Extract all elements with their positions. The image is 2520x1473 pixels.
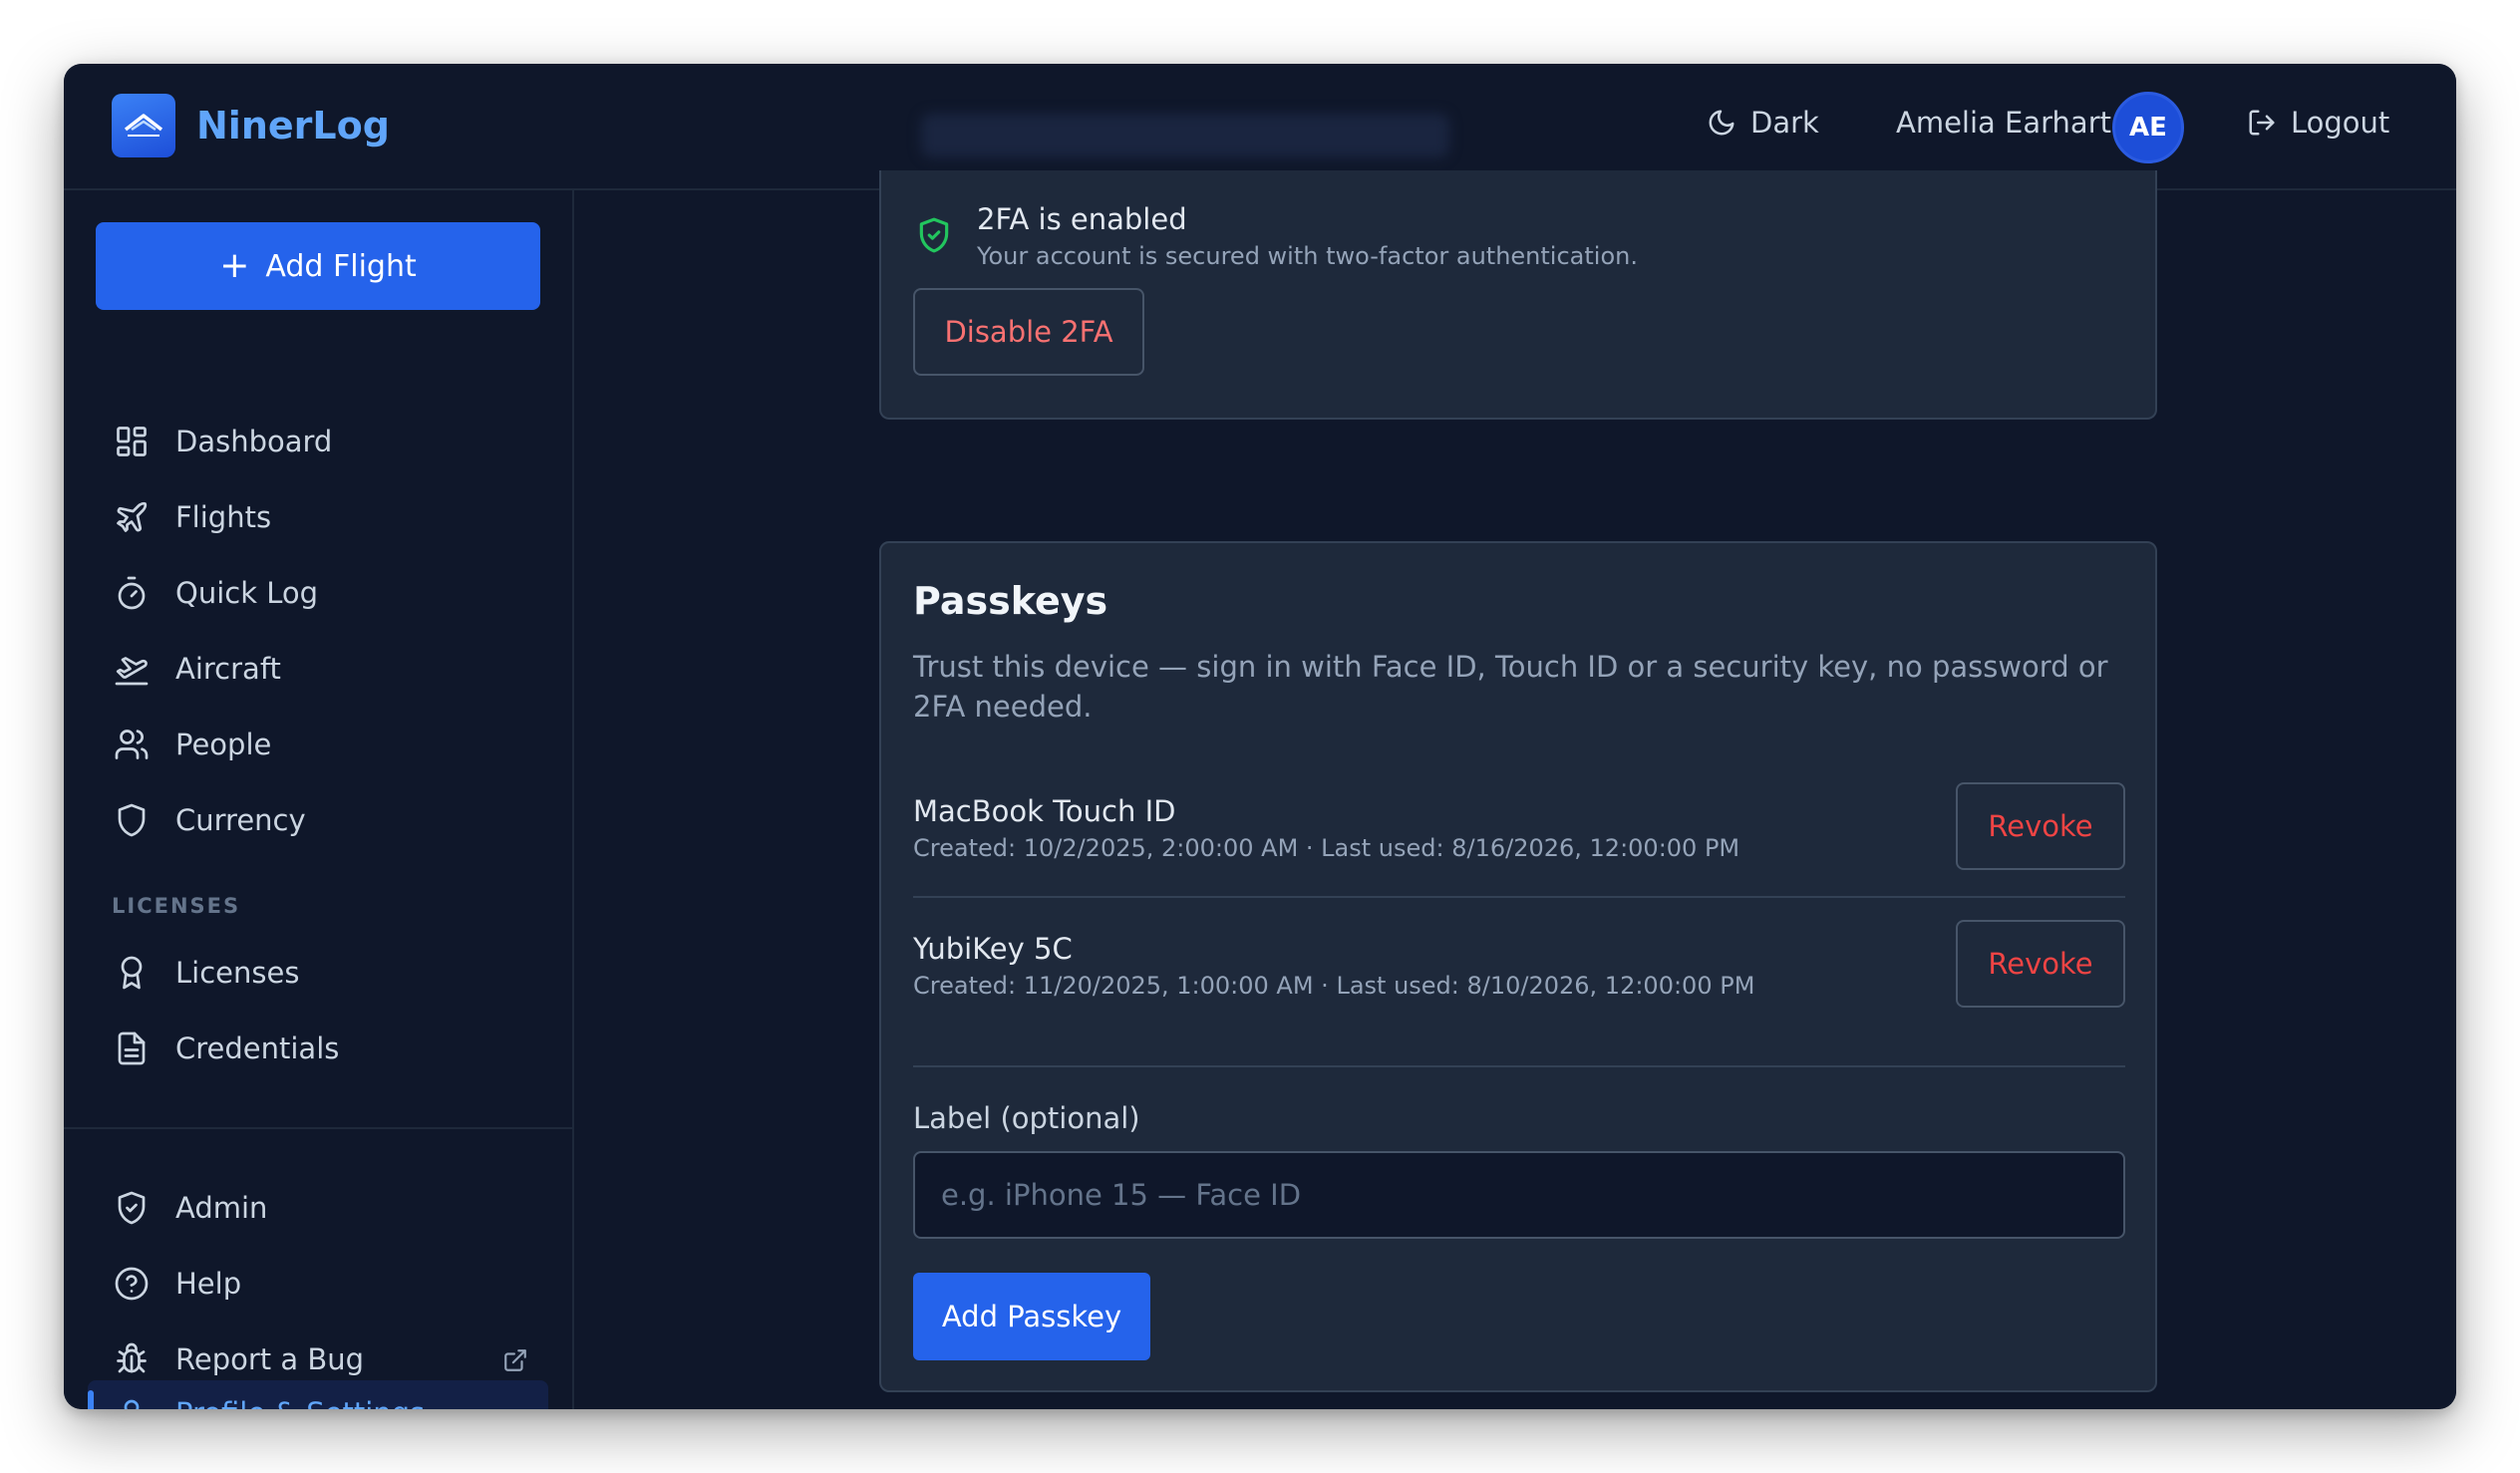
sidebar-item-label: Profile & Settings (175, 1396, 425, 1409)
people-icon (112, 725, 152, 764)
award-icon (112, 953, 152, 993)
revoke-button[interactable]: Revoke (1956, 782, 2125, 870)
sidebar-item-quick-log[interactable]: Quick Log (88, 560, 548, 626)
twofa-status-title: 2FA is enabled (977, 202, 1187, 236)
sidebar-item-licenses[interactable]: Licenses (88, 940, 548, 1006)
revoke-button[interactable]: Revoke (1956, 920, 2125, 1008)
sidebar-item-label: People (175, 728, 272, 761)
logout-label: Logout (2291, 106, 2390, 140)
document-icon (112, 1029, 152, 1068)
passkey-label-field-label: Label (optional) (913, 1101, 1140, 1135)
twofa-card: 2FA is enabled Your account is secured w… (879, 170, 2157, 420)
passkey-name: MacBook Touch ID (913, 794, 1176, 828)
passkey-meta: Created: 11/20/2025, 1:00:00 AM · Last u… (913, 972, 1755, 1000)
plane-icon (112, 497, 152, 537)
sidebar-item-label: Currency (175, 803, 306, 837)
timer-icon (112, 573, 152, 613)
sidebar-item-flights[interactable]: Flights (88, 484, 548, 550)
plus-icon: + (219, 245, 250, 286)
dashboard-icon (112, 422, 152, 461)
moon-icon (1709, 110, 1734, 136)
sidebar-item-admin[interactable]: Admin (88, 1175, 548, 1241)
sidebar-item-label: Quick Log (175, 576, 319, 610)
sidebar-item-label: Licenses (175, 956, 300, 990)
divider (913, 896, 2125, 898)
add-passkey-button[interactable]: Add Passkey (913, 1273, 1150, 1360)
sidebar-item-dashboard[interactable]: Dashboard (88, 409, 548, 474)
user-name[interactable]: Amelia Earhart (1896, 106, 2111, 140)
list-item: YubiKey 5C Created: 11/20/2025, 1:00:00 … (913, 920, 2125, 1016)
passkey-name: YubiKey 5C (913, 932, 1073, 966)
page-title-blurred (921, 114, 1449, 157)
main-content: 2FA is enabled Your account is secured w… (576, 170, 2456, 1409)
help-icon (112, 1264, 152, 1304)
sidebar-divider (64, 1127, 574, 1129)
theme-toggle[interactable]: Dark (1707, 106, 1819, 140)
sidebar-item-label: Help (175, 1267, 242, 1301)
shield-check-icon (915, 214, 953, 260)
sidebar-item-profile-settings[interactable]: Profile & Settings (88, 1380, 548, 1409)
twofa-status-description: Your account is secured with two-factor … (977, 242, 1638, 270)
sidebar-item-label: Credentials (175, 1031, 340, 1065)
passkey-meta: Created: 10/2/2025, 2:00:00 AM · Last us… (913, 834, 1740, 862)
user-icon (112, 1393, 152, 1409)
passkeys-heading: Passkeys (913, 579, 1108, 623)
theme-label: Dark (1750, 106, 1819, 140)
list-item: MacBook Touch ID Created: 10/2/2025, 2:0… (913, 782, 2125, 878)
external-link-icon (502, 1346, 528, 1380)
sidebar-item-credentials[interactable]: Credentials (88, 1016, 548, 1081)
sidebar-item-label: Dashboard (175, 425, 333, 458)
app-logo-icon[interactable] (112, 94, 175, 157)
app-window: NinerLog Dark Amelia Earhart AE Logout +… (64, 64, 2456, 1409)
passkey-label-input[interactable] (913, 1151, 2125, 1239)
sidebar-item-aircraft[interactable]: Aircraft (88, 636, 548, 702)
app-name[interactable]: NinerLog (196, 104, 390, 147)
passkeys-card: Passkeys Trust this device — sign in wit… (879, 541, 2157, 1392)
sidebar-item-label: Flights (175, 500, 272, 534)
bug-icon (112, 1339, 152, 1379)
passkeys-description: Trust this device — sign in with Face ID… (913, 650, 2108, 724)
sidebar-item-help[interactable]: Help (88, 1251, 548, 1317)
divider (913, 1065, 2125, 1067)
sidebar-item-label: Report a Bug (175, 1342, 365, 1376)
licenses-section-heading: LICENSES (112, 894, 241, 918)
sidebar-item-label: Aircraft (175, 652, 281, 686)
sidebar-item-currency[interactable]: Currency (88, 787, 548, 853)
shield-icon (112, 800, 152, 840)
sidebar-item-people[interactable]: People (88, 712, 548, 777)
logout-icon (2249, 110, 2275, 136)
sidebar-item-label: Admin (175, 1191, 268, 1225)
add-flight-label: Add Flight (265, 248, 417, 284)
avatar[interactable]: AE (2112, 92, 2184, 163)
aircraft-icon (112, 649, 152, 689)
add-flight-button[interactable]: + Add Flight (96, 222, 540, 310)
shield-check-icon (112, 1188, 152, 1228)
disable-2fa-button[interactable]: Disable 2FA (913, 288, 1144, 376)
sidebar: + Add Flight Dashboard Flights Quick Log (64, 190, 574, 1409)
logout-button[interactable]: Logout (2247, 106, 2389, 140)
